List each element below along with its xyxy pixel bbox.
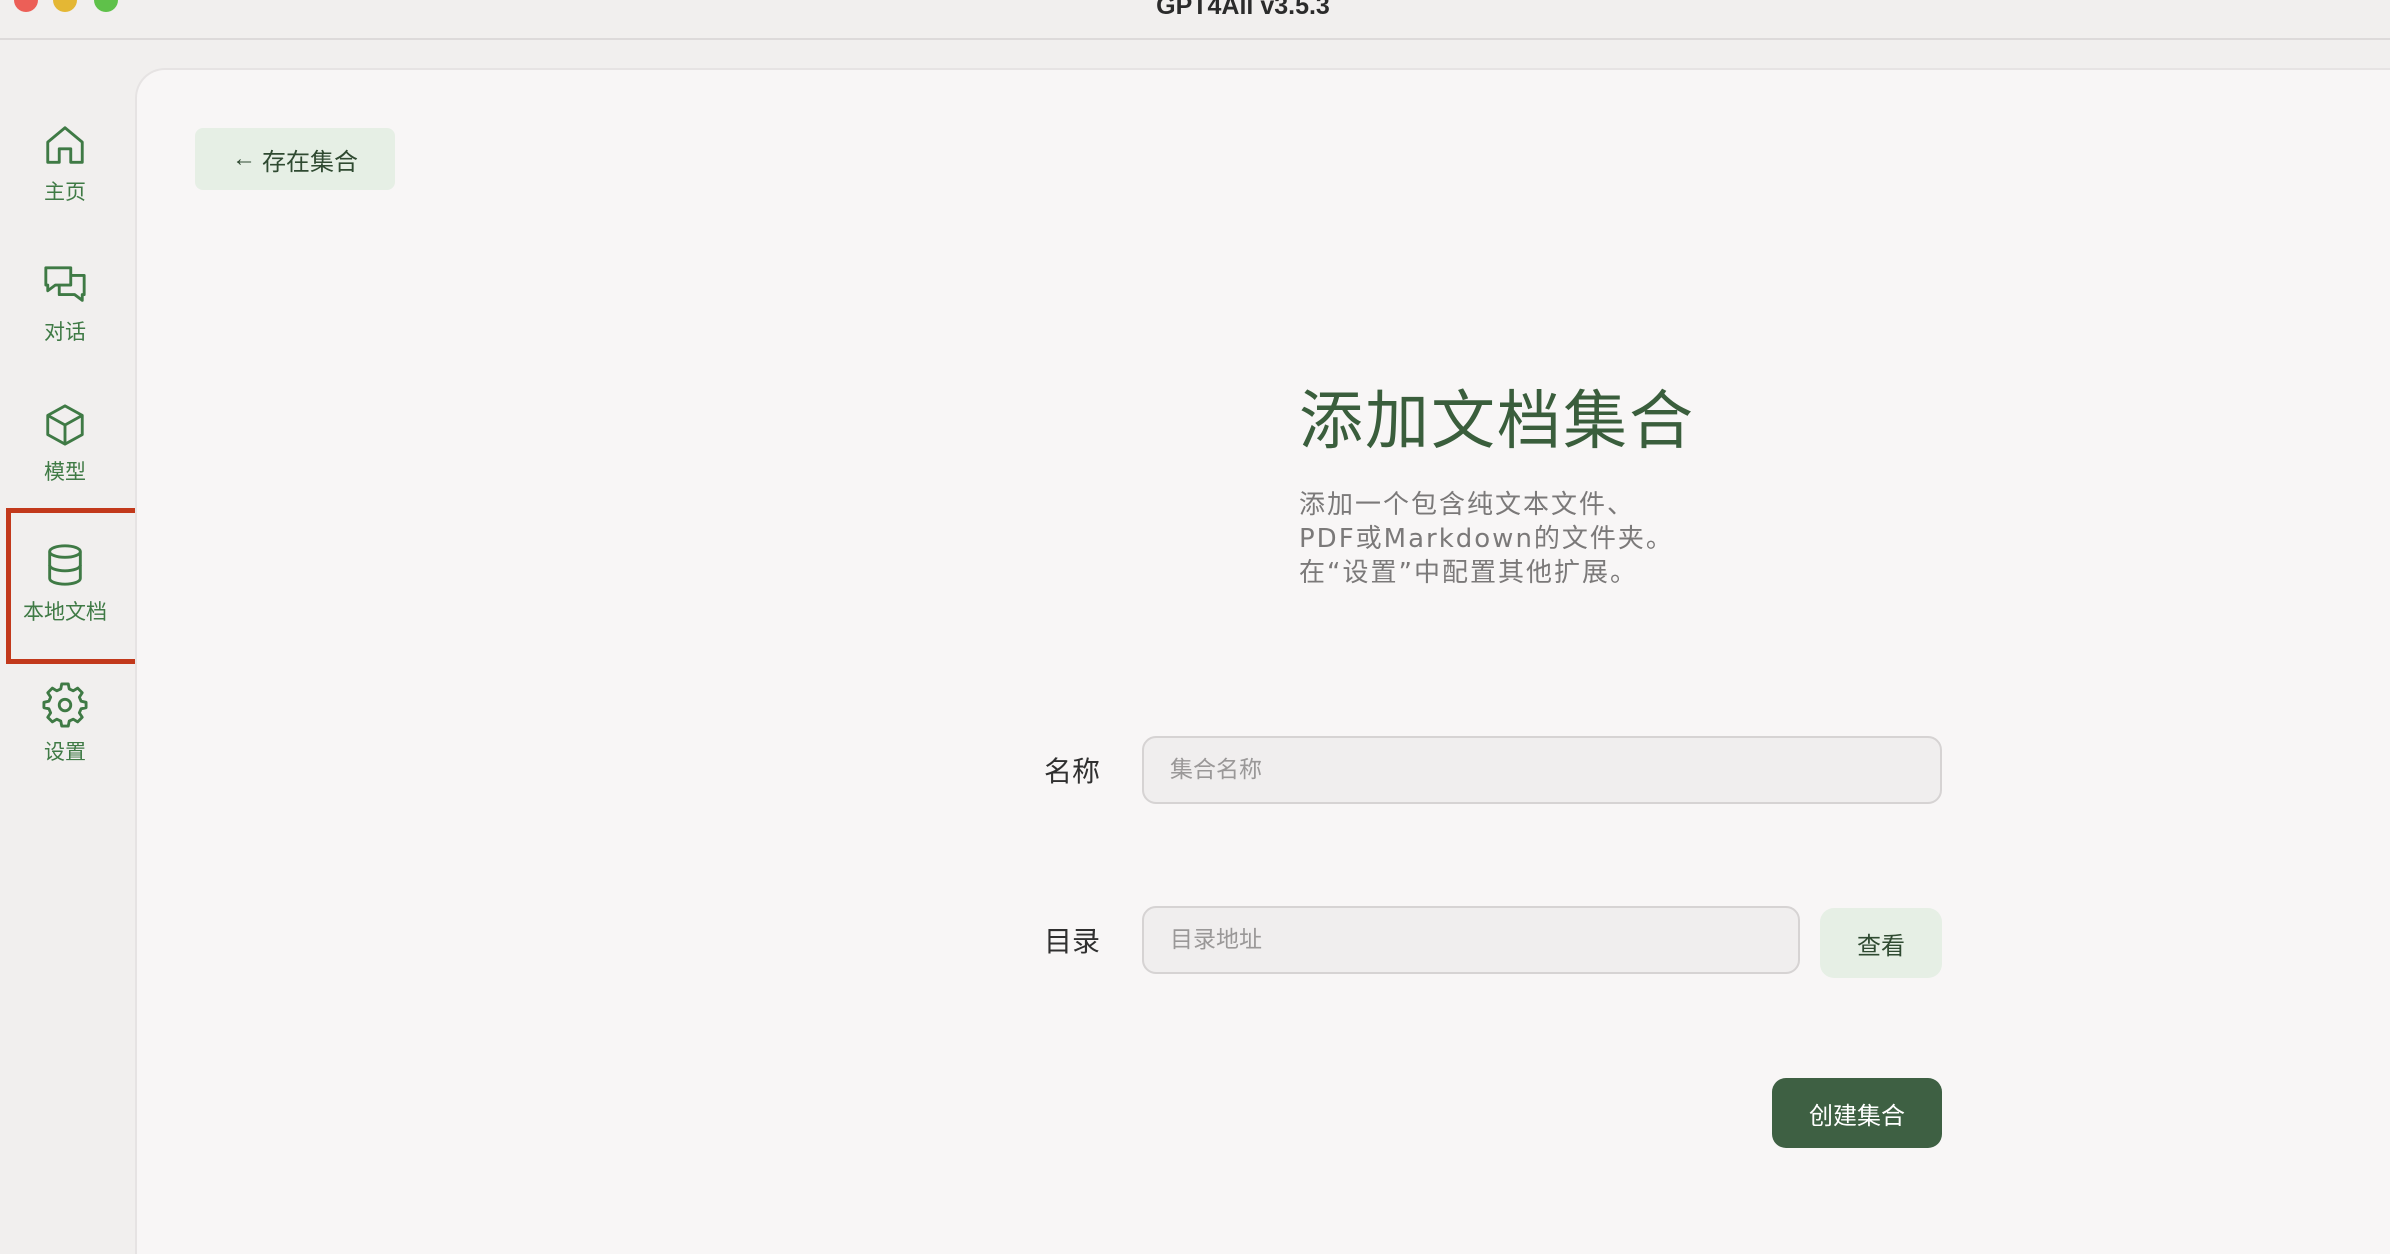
sidebar-item-label: 设置 [44, 740, 86, 764]
folder-path-input[interactable] [1142, 906, 1800, 974]
window-title: GPT4All v3.5.3 [1156, 0, 1330, 20]
description-line: PDF或Markdown的文件夹。 [1299, 524, 1674, 554]
arrow-left-icon: ← [232, 145, 256, 172]
page-title: 添加文档集合 [1299, 385, 1695, 459]
title-bar: GPT4All v3.5.3 [0, 0, 2390, 40]
create-collection-button[interactable]: 创建集合 [1772, 1078, 1942, 1148]
close-window-button[interactable] [14, 0, 38, 12]
browse-button[interactable]: 查看 [1820, 908, 1942, 978]
sidebar-item-label: 模型 [44, 460, 86, 484]
home-icon [46, 126, 84, 164]
sidebar: 主页 对话 模型 本地文档 设置 [0, 40, 217, 1252]
sidebar-item-label: 对话 [44, 320, 86, 344]
sidebar-item-settings[interactable]: 设置 [0, 668, 130, 788]
name-field-label: 名称 [1044, 755, 1101, 788]
folder-field-label: 目录 [1044, 925, 1101, 958]
description-line: 在“设置”中配置其他扩展。 [1299, 558, 1638, 588]
back-to-collections-button[interactable]: ← 存在集合 [195, 128, 395, 190]
main-panel: ← 存在集合 添加文档集合 添加一个包含纯文本文件、 PDF或Markdown的… [135, 68, 2390, 1254]
description-line: 添加一个包含纯文本文件、 [1299, 490, 1636, 520]
sidebar-item-home[interactable]: 主页 [0, 108, 130, 228]
back-button-label: 存在集合 [262, 148, 358, 176]
chat-icon [44, 266, 86, 302]
sidebar-item-models[interactable]: 模型 [0, 388, 130, 508]
collection-name-input[interactable] [1142, 736, 1942, 804]
page-description: 添加一个包含纯文本文件、 PDF或Markdown的文件夹。 在“设置”中配置其… [1299, 488, 1799, 590]
sidebar-item-label: 主页 [44, 180, 86, 204]
cube-icon [46, 404, 84, 446]
sidebar-item-chat[interactable]: 对话 [0, 248, 130, 368]
gear-icon [42, 682, 88, 728]
